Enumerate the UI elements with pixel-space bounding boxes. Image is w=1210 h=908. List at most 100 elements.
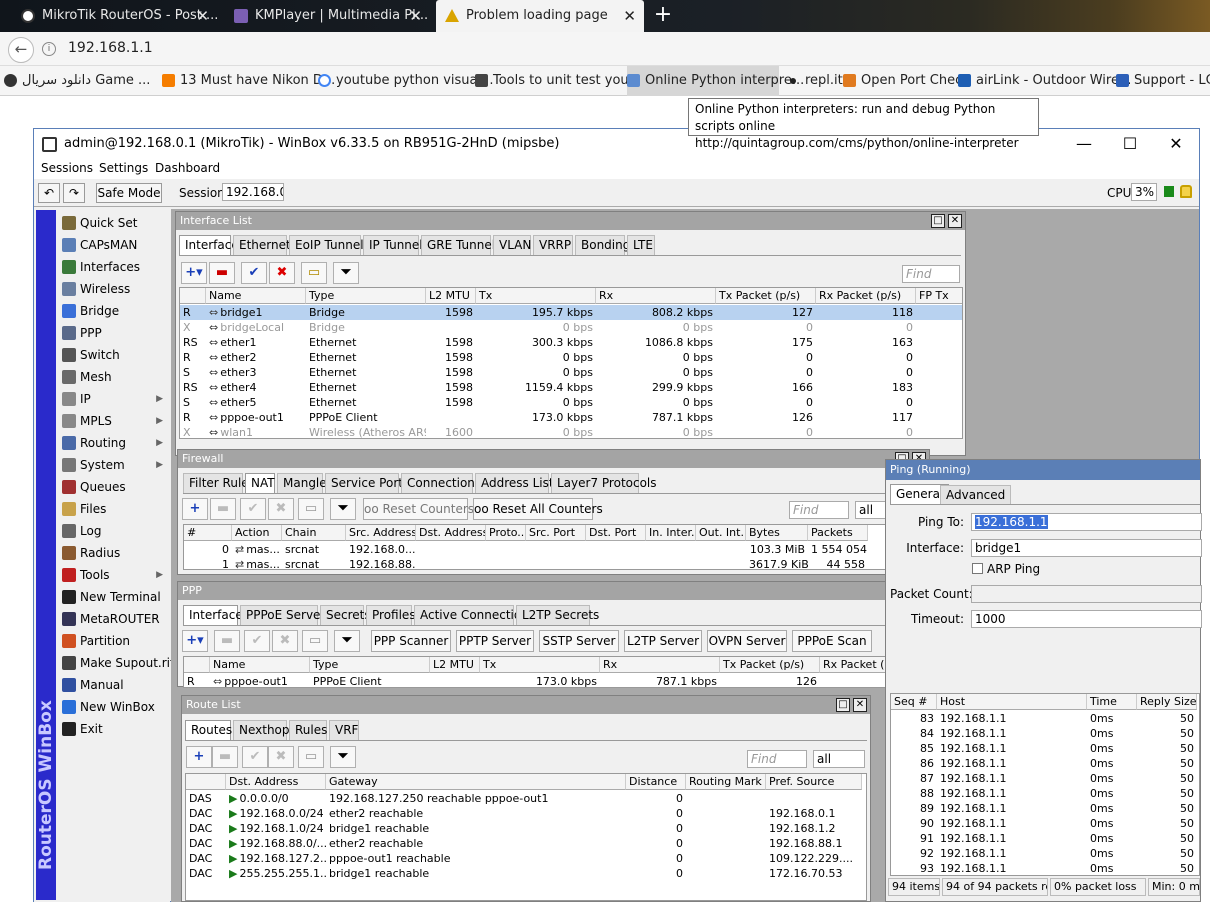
- column-header[interactable]: Tx Packet (p/s): [720, 657, 820, 673]
- table-row[interactable]: S ⇔ ether5 Ethernet 1598 0 bps 0 bps 0 0: [180, 395, 962, 410]
- table-row[interactable]: R ⇔ pppoe-out1 PPPoE Client 173.0 kbps 787.1 …: [180, 410, 962, 425]
- column-header[interactable]: Proto...: [486, 525, 526, 541]
- tab-lte[interactable]: LTE: [627, 235, 655, 255]
- disable-icon[interactable]: ✖: [268, 746, 294, 768]
- sidebar-item-switch[interactable]: Switch: [58, 344, 169, 366]
- disable-icon[interactable]: ✖: [269, 262, 295, 284]
- remove-icon[interactable]: ▬: [212, 746, 238, 768]
- sidebar-item-wireless[interactable]: Wireless: [58, 278, 169, 300]
- tab-vlan[interactable]: VLAN: [493, 235, 531, 255]
- tab-nexthops[interactable]: Nexthops: [233, 720, 296, 740]
- packet-count-input[interactable]: [971, 585, 1202, 603]
- sidebar-item-make-supout-rif[interactable]: Make Supout.rif: [58, 652, 174, 674]
- table-row[interactable]: DAC ▶ 255.255.255.1... bridge1 reachable 0 17…: [186, 866, 866, 881]
- table-row[interactable]: 91 192.168.1.1 0ms 50: [891, 831, 1199, 846]
- redo-icon[interactable]: ↷: [63, 183, 85, 203]
- disable-icon[interactable]: ✖: [268, 498, 294, 520]
- add-icon[interactable]: +: [182, 498, 208, 520]
- remove-icon[interactable]: ▬: [209, 262, 235, 284]
- column-header[interactable]: Gateway: [326, 774, 626, 790]
- column-header[interactable]: Src. Address: [346, 525, 416, 541]
- table-row[interactable]: 89 192.168.1.1 0ms 50: [891, 801, 1199, 816]
- sidebar-item-manual[interactable]: Manual: [58, 674, 169, 696]
- tab-nat[interactable]: NAT: [245, 473, 275, 493]
- tab-ethernet[interactable]: Ethernet: [233, 235, 291, 255]
- table-row[interactable]: 90 192.168.1.1 0ms 50: [891, 816, 1199, 831]
- sidebar-item-interfaces[interactable]: Interfaces: [58, 256, 169, 278]
- column-header[interactable]: Name: [206, 288, 306, 304]
- sidebar-item-system[interactable]: System ▶: [58, 454, 169, 476]
- column-header[interactable]: L2 MTU: [426, 288, 476, 304]
- comment-icon[interactable]: ▭: [301, 262, 327, 284]
- column-header[interactable]: Tx: [480, 657, 600, 673]
- column-header[interactable]: Seq #: [891, 694, 937, 710]
- ppp-scanner-button[interactable]: PPP Scanner: [371, 630, 451, 652]
- close-icon[interactable]: ✕: [948, 214, 962, 228]
- table-row[interactable]: R ⇔ bridge1 Bridge 1598 195.7 kbps 808.2 kbps 1…: [180, 305, 962, 320]
- column-header[interactable]: Chain: [282, 525, 346, 541]
- table-row[interactable]: 88 192.168.1.1 0ms 50: [891, 786, 1199, 801]
- reset-all-counters-button[interactable]: oo Reset All Counters: [473, 498, 603, 520]
- bookmark-item[interactable]: Tools to unit test your ...: [475, 66, 651, 96]
- column-header[interactable]: Tx Packet (p/s): [716, 288, 816, 304]
- table-row[interactable]: RS ⇔ ether4 Ethernet 1598 1159.4 kbps 299.9 kb…: [180, 380, 962, 395]
- column-header[interactable]: Out. Int...: [696, 525, 746, 541]
- column-header[interactable]: [186, 774, 226, 790]
- route-filter-select[interactable]: all: [813, 750, 865, 768]
- column-header[interactable]: Src. Port: [526, 525, 586, 541]
- column-header[interactable]: Dst. Address: [226, 774, 326, 790]
- table-row[interactable]: 1 ⇄ mas... srcnat 192.168.88... 3617.9 KiB 44 …: [184, 557, 927, 569]
- column-header[interactable]: #: [184, 525, 232, 541]
- tab-rules[interactable]: Rules: [289, 720, 327, 740]
- table-row[interactable]: X ⇔ bridgeLocal Bridge 0 bps 0 bps 0 0: [180, 320, 962, 335]
- add-icon[interactable]: +: [186, 746, 212, 768]
- column-header[interactable]: Name: [210, 657, 310, 673]
- address-input[interactable]: 192.168.1.1: [68, 40, 153, 56]
- sidebar-item-mesh[interactable]: Mesh: [58, 366, 169, 388]
- table-row[interactable]: R ⇔ pppoe-out1 PPPoE Client 173.0 kbps 787.1 …: [184, 674, 927, 687]
- sidebar-item-quick-set[interactable]: Quick Set: [58, 212, 169, 234]
- tab-pppoe-servers[interactable]: PPPoE Servers: [240, 605, 332, 625]
- column-header[interactable]: Pref. Source: [766, 774, 862, 790]
- menu-settings[interactable]: Settings: [99, 161, 148, 175]
- undo-icon[interactable]: ↶: [38, 183, 60, 203]
- column-header[interactable]: Dst. Port: [586, 525, 646, 541]
- comment-icon[interactable]: ▭: [302, 630, 328, 652]
- tab-active-connections[interactable]: Active Connections: [414, 605, 535, 625]
- enable-icon[interactable]: ✔: [242, 746, 268, 768]
- restore-icon[interactable]: □: [931, 214, 945, 228]
- column-header[interactable]: Rx: [600, 657, 720, 673]
- table-row[interactable]: 92 192.168.1.1 0ms 50: [891, 846, 1199, 861]
- pptp-server-button[interactable]: PPTP Server: [456, 630, 534, 652]
- table-row[interactable]: 93 192.168.1.1 0ms 50: [891, 861, 1199, 875]
- table-row[interactable]: DAC ▶ 192.168.1.0/24 bridge1 reachable 0 192.…: [186, 821, 866, 836]
- info-icon[interactable]: i: [42, 42, 56, 56]
- menu-sessions[interactable]: Sessions: [41, 161, 93, 175]
- filter-icon[interactable]: ⏷: [330, 498, 356, 520]
- tab-connections[interactable]: Connections: [401, 473, 481, 493]
- enable-icon[interactable]: ✔: [241, 262, 267, 284]
- bookmark-item[interactable]: repl.it: [787, 66, 843, 96]
- column-header[interactable]: Routing Mark: [686, 774, 766, 790]
- pppoe-scan-button[interactable]: PPPoE Scan: [792, 630, 872, 652]
- enable-icon[interactable]: ✔: [244, 630, 270, 652]
- reset-counters-button[interactable]: oo Reset Counters: [363, 498, 474, 520]
- bookmark-item[interactable]: Open Port Check: [843, 66, 970, 96]
- back-arrow-icon[interactable]: ←: [8, 37, 34, 63]
- tab-secrets[interactable]: Secrets: [320, 605, 371, 625]
- tab-eoip-tunnel[interactable]: EoIP Tunnel: [289, 235, 364, 255]
- tab-vrf[interactable]: VRF: [329, 720, 359, 740]
- add-icon[interactable]: +▾: [182, 630, 208, 652]
- ping-to-input[interactable]: 192.168.1.1: [971, 513, 1202, 531]
- close-tab-icon[interactable]: ✕: [409, 0, 422, 32]
- column-header[interactable]: Action: [232, 525, 282, 541]
- table-row[interactable]: DAS ▶ 0.0.0.0/0 192.168.127.250 reachable p…: [186, 791, 866, 806]
- remove-icon[interactable]: ▬: [214, 630, 240, 652]
- sidebar-item-routing[interactable]: Routing ▶: [58, 432, 169, 454]
- tab-l2tp-secrets[interactable]: L2TP Secrets: [516, 605, 599, 625]
- sidebar-item-new-terminal[interactable]: New Terminal: [58, 586, 169, 608]
- column-header[interactable]: L2 MTU: [430, 657, 480, 673]
- maximize-icon[interactable]: ☐: [1107, 129, 1153, 159]
- tab-ip-tunnel[interactable]: IP Tunnel: [363, 235, 423, 255]
- sidebar-item-new-winbox[interactable]: New WinBox: [58, 696, 169, 718]
